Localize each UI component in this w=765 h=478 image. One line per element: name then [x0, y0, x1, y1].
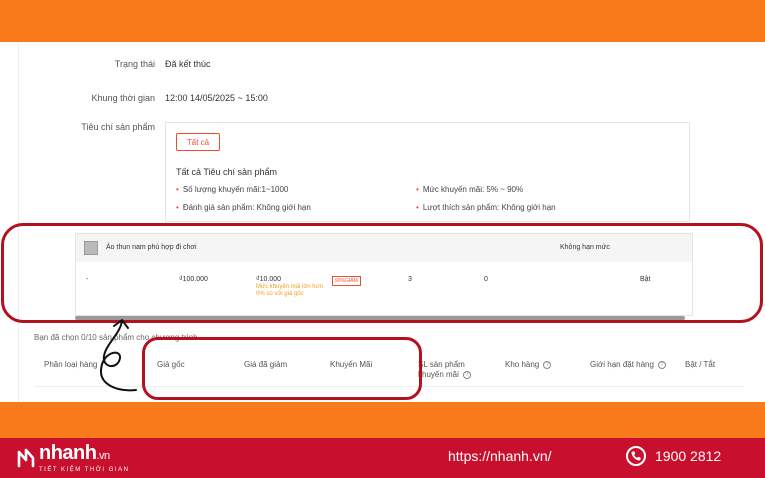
all-criteria-button[interactable]: Tất cả [176, 133, 220, 151]
hand-drawn-arrow-icon [99, 319, 137, 392]
th-promo-qty-line2: khuyến mãi? [418, 370, 471, 379]
footer-url[interactable]: https://nhanh.vn/ [448, 448, 552, 464]
highlight-product-row [1, 223, 763, 323]
criteria-label: Tiêu chí sản phẩm [81, 122, 155, 132]
time-label: Khung thời gian [91, 93, 155, 103]
status-label: Trạng thái [114, 59, 155, 69]
th-warehouse: Kho hàng? [505, 360, 552, 369]
help-icon[interactable]: ? [462, 370, 471, 379]
status-value: Đã kết thúc [165, 59, 211, 69]
bottom-orange-band [0, 402, 765, 438]
time-value: 12:00 14/05/2025 ~ 15:00 [165, 93, 268, 103]
highlight-price-columns [142, 337, 422, 400]
phone-icon [626, 446, 646, 466]
help-icon[interactable]: ? [657, 360, 666, 369]
th-promo-qty-line1: SL sản phẩm [418, 360, 465, 369]
th-toggle: Bật / Tắt [685, 360, 716, 369]
criteria-box: Tất cả Tất cả Tiêu chí sản phẩm Số lượng… [165, 122, 690, 222]
help-icon[interactable]: ? [543, 360, 552, 369]
th-order-limit: Giới hạn đặt hàng? [590, 360, 666, 369]
footer-phone[interactable]: 1900 2812 [655, 448, 721, 464]
criteria-title: Tất cả Tiêu chí sản phẩm [176, 167, 278, 177]
logo-brand-text: nhanh [39, 442, 97, 464]
top-orange-band [0, 0, 765, 42]
criteria-item: Số lượng khuyến mãi:1~1000 [176, 185, 289, 194]
nhanh-logo-icon [17, 448, 35, 468]
logo-brand-suffix: .vn [96, 450, 111, 462]
footer-bar: nhanh.vn TIẾT KIỆM THỜI GIAN https://nha… [0, 438, 765, 478]
criteria-item: Lượt thích sản phẩm: Không giới hạn [416, 203, 556, 212]
criteria-item: Mức khuyến mãi: 5% ~ 90% [416, 185, 523, 194]
th-variant: Phân loại hàng [44, 360, 98, 369]
nhanh-logo: nhanh.vn TIẾT KIỆM THỜI GIAN [16, 442, 129, 474]
logo-tagline: TIẾT KIỆM THỜI GIAN [39, 467, 130, 473]
criteria-item: Đánh giá sản phẩm: Không giới hạn [176, 203, 311, 212]
